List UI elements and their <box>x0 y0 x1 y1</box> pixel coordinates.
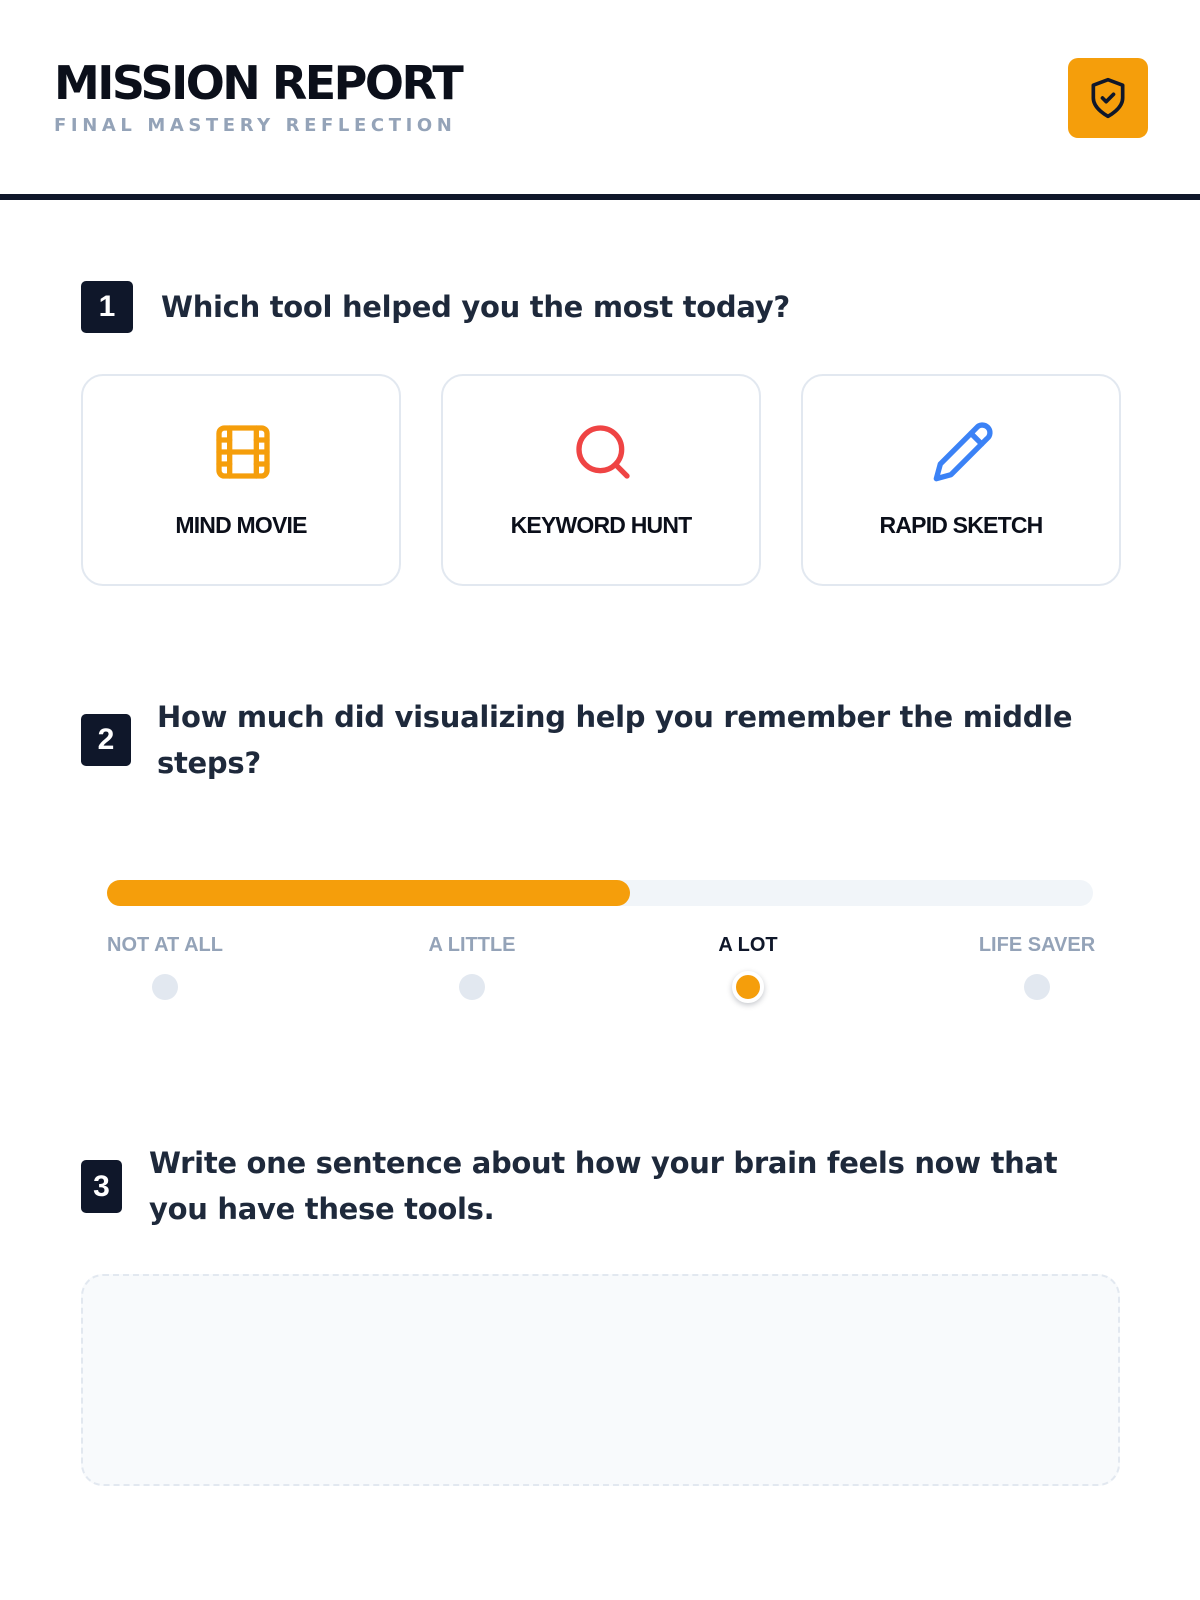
film-icon <box>216 425 270 479</box>
page-subtitle: FINAL MASTERY REFLECTION <box>54 115 457 136</box>
page-header: MISSION REPORT FINAL MASTERY REFLECTION <box>0 0 1200 200</box>
page-title: MISSION REPORT <box>54 56 464 110</box>
tool-card-mind-movie[interactable]: MIND MOVIE <box>81 374 401 586</box>
question-1-text: Which tool helped you the most today? <box>161 290 790 324</box>
rating-track[interactable] <box>107 880 1093 906</box>
rating-option-label: LIFE SAVER <box>978 934 1096 956</box>
question-3-number: 3 <box>81 1160 122 1213</box>
question-1-number: 1 <box>81 281 133 333</box>
rating-option-dot <box>1024 974 1050 1000</box>
question-2-text: How much did visualizing help you rememb… <box>157 700 1073 780</box>
rating-option-a-lot[interactable]: A LOT <box>648 932 848 1012</box>
tool-label: MIND MOVIE <box>175 512 307 538</box>
rating-option-label: A LITTLE <box>428 934 516 956</box>
rating-option-label: NOT AT ALL <box>107 934 223 956</box>
tool-card-keyword-hunt[interactable]: KEYWORD HUNT <box>441 374 761 586</box>
question-2-number: 2 <box>81 714 131 766</box>
tool-label: RAPID SKETCH <box>879 512 1044 538</box>
search-icon <box>576 425 630 479</box>
question-3-text: Write one sentence about how your brain … <box>149 1146 1058 1226</box>
shield-check-icon <box>1091 77 1125 119</box>
tool-card-rapid-sketch[interactable]: RAPID SKETCH <box>801 374 1121 586</box>
rating-fill <box>107 880 630 906</box>
reflection-answer-field[interactable] <box>81 1274 1120 1486</box>
rating-option-life-saver[interactable]: LIFE SAVER <box>937 932 1137 1012</box>
shield-badge-button[interactable] <box>1068 58 1148 138</box>
rating-option-dot <box>732 971 764 1003</box>
rating-option-dot <box>459 974 485 1000</box>
pencil-icon <box>933 422 993 482</box>
tool-label: KEYWORD HUNT <box>510 512 693 538</box>
rating-option-a-little[interactable]: A LITTLE <box>372 932 572 1012</box>
rating-option-not-at-all[interactable]: NOT AT ALL <box>65 932 265 1012</box>
rating-option-label: A LOT <box>718 934 778 956</box>
rating-option-dot <box>152 974 178 1000</box>
